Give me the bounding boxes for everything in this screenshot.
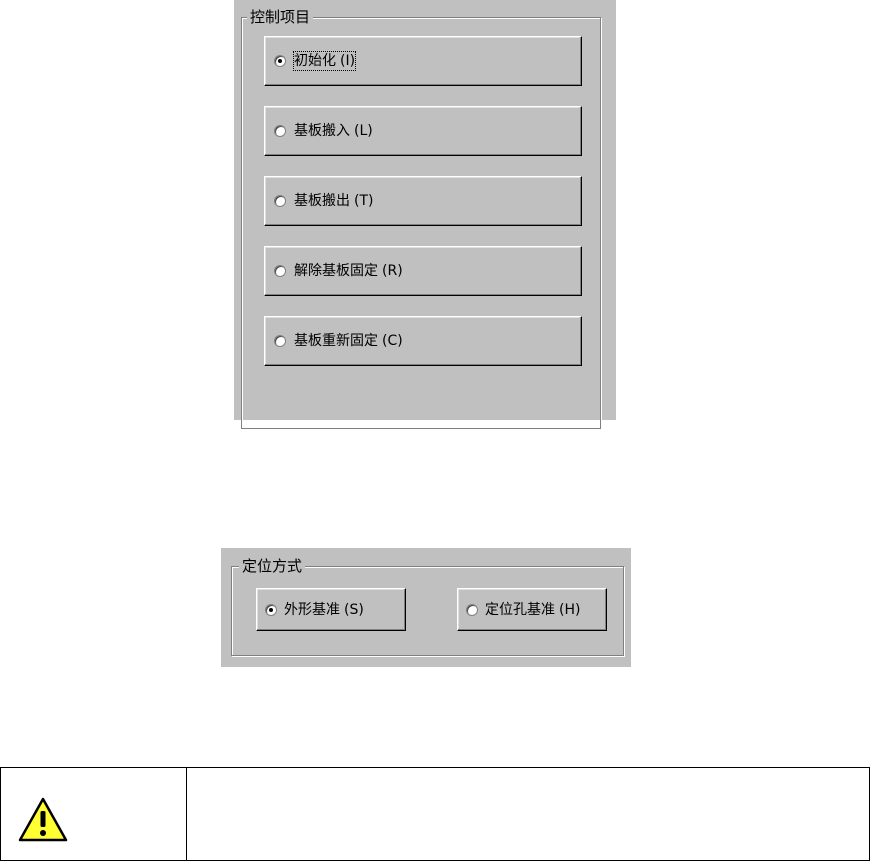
radio-indicator (274, 335, 286, 347)
warning-icon-cell (1, 768, 187, 860)
radio-label: 基板重新固定 (C) (294, 333, 403, 349)
radio-indicator (274, 125, 286, 137)
radio-board-unload[interactable]: 基板搬出 (T) (264, 176, 582, 226)
radio-indicator-checked (274, 55, 286, 67)
radio-hole-reference[interactable]: 定位孔基准 (H) (457, 588, 607, 631)
radio-outline-reference[interactable]: 外形基准 (S) (256, 588, 406, 631)
radio-initialize[interactable]: 初始化 (I) (264, 36, 582, 86)
radio-indicator (274, 195, 286, 207)
control-items-panel: 控制项目 初始化 (I) 基板搬入 (L) 基板搬出 (T) 解除基板固定 (R) 基板… (234, 0, 616, 429)
radio-label: 基板搬入 (L) (294, 123, 373, 139)
radio-board-load[interactable]: 基板搬入 (L) (264, 106, 582, 156)
radio-indicator (274, 265, 286, 277)
warning-table (0, 767, 870, 861)
positioning-method-legend: 定位方式 (239, 557, 306, 575)
radio-label: 基板搬出 (T) (294, 193, 374, 209)
control-items-legend: 控制项目 (247, 8, 314, 26)
radio-indicator (466, 603, 478, 616)
radio-refix-board[interactable]: 基板重新固定 (C) (264, 316, 582, 366)
positioning-method-panel: 定位方式 外形基准 (S) 定位孔基准 (H) (221, 548, 631, 667)
warning-triangle-icon (18, 797, 68, 842)
radio-label: 解除基板固定 (R) (294, 263, 403, 279)
radio-indicator-checked (265, 603, 277, 616)
warning-text-cell (187, 768, 869, 860)
radio-release-board[interactable]: 解除基板固定 (R) (264, 246, 582, 296)
radio-label: 外形基准 (S) (284, 601, 364, 618)
radio-label: 定位孔基准 (H) (485, 601, 581, 618)
radio-label: 初始化 (I) (292, 51, 357, 71)
